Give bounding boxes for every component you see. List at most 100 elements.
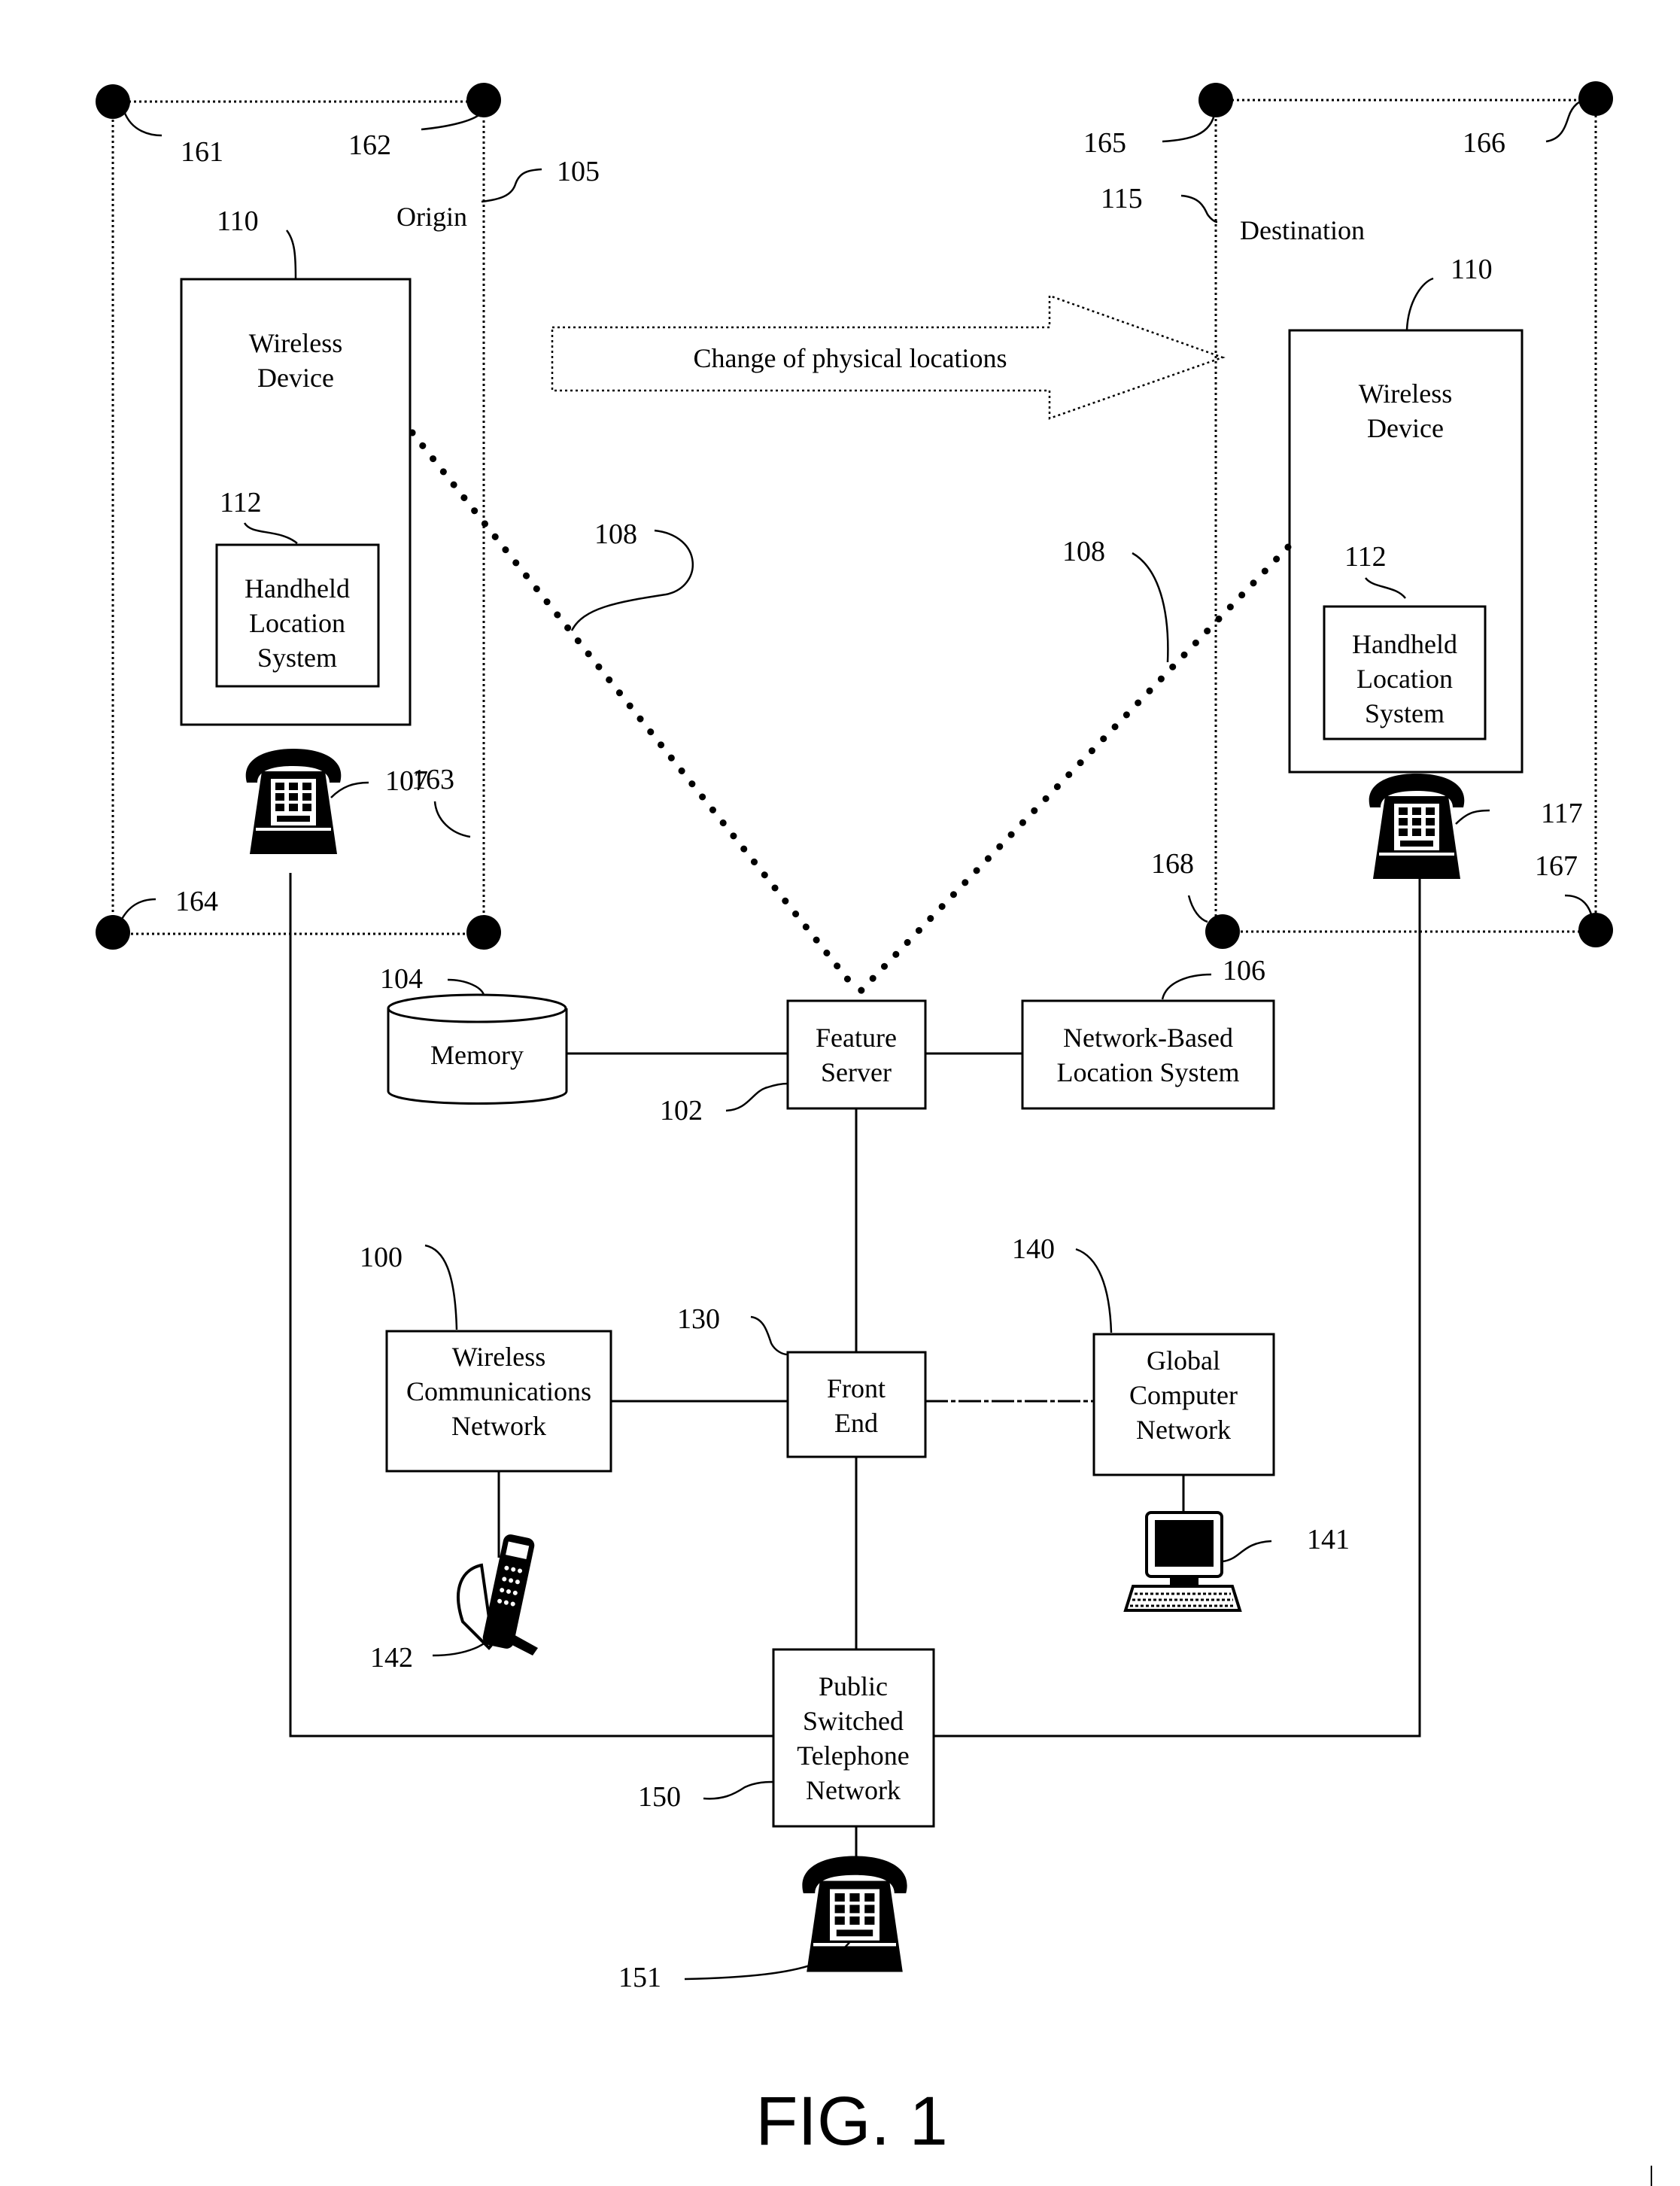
label-142: 142 — [370, 1642, 413, 1674]
leader-140 — [1075, 1248, 1113, 1333]
hls-origin-line-3: System — [257, 643, 337, 673]
leader-108-right — [1132, 552, 1169, 663]
feature-server-box — [786, 999, 927, 1110]
label-117: 117 — [1541, 798, 1583, 829]
leader-115 — [1180, 194, 1218, 223]
front-end-node: Front End 130 — [677, 1303, 927, 1458]
label-161: 161 — [181, 136, 223, 168]
label-151: 151 — [618, 1962, 661, 1993]
label-150: 150 — [638, 1781, 681, 1813]
leader-102 — [725, 1082, 788, 1112]
nbls-line-1: Network-Based — [1063, 1023, 1233, 1053]
feature-server-line-2: Server — [821, 1057, 892, 1087]
label-112-right: 112 — [1344, 541, 1387, 573]
wcn-line-3: Network — [451, 1411, 546, 1441]
leader-105 — [481, 168, 542, 203]
leader-100 — [424, 1244, 458, 1330]
nbls-line-2: Location System — [1057, 1057, 1240, 1087]
wireless-network-node: Wireless Communications Network 100 — [360, 1242, 612, 1473]
telephone-icon-117 — [1367, 772, 1466, 880]
telephone-icon-151 — [802, 1856, 907, 1972]
leader-163 — [433, 801, 471, 838]
label-100: 100 — [360, 1242, 403, 1273]
label-130: 130 — [677, 1303, 720, 1335]
corner-163-marker — [466, 915, 501, 950]
feature-server-line-1: Feature — [816, 1023, 897, 1053]
leader-162 — [421, 112, 482, 131]
leader-104 — [447, 978, 485, 996]
telephone-icon-107 — [244, 747, 343, 856]
label-108-left: 108 — [594, 518, 637, 550]
front-end-box — [786, 1351, 927, 1458]
leader-150 — [703, 1780, 774, 1800]
corner-167-marker — [1578, 913, 1613, 947]
corner-166-marker — [1578, 81, 1613, 116]
pstn-line-2: Switched — [803, 1706, 904, 1736]
corner-164-marker — [96, 915, 130, 950]
destination-label: Destination — [1240, 215, 1365, 245]
figure-caption: FIG. 1 — [755, 2083, 948, 2160]
leader-117 — [1455, 809, 1490, 825]
label-141: 141 — [1307, 1524, 1350, 1555]
label-165: 165 — [1083, 127, 1126, 159]
leader-167 — [1564, 894, 1593, 915]
destination-region: 165 166 167 168 115 Destination 110 Wire… — [1083, 81, 1613, 949]
label-166: 166 — [1463, 127, 1505, 159]
label-115: 115 — [1101, 183, 1143, 214]
memory-node: Memory 104 — [380, 963, 568, 1105]
hls-destination-line-3: System — [1365, 698, 1445, 728]
label-102: 102 — [660, 1095, 703, 1126]
leader-141 — [1222, 1540, 1272, 1563]
pstn-line-1: Public — [819, 1671, 888, 1701]
leader-110-right — [1405, 277, 1434, 330]
label-104: 104 — [380, 963, 423, 995]
origin-label: Origin — [396, 202, 467, 232]
leader-164 — [119, 898, 156, 923]
wireless-links: 108 108 — [409, 429, 1292, 996]
label-105: 105 — [557, 156, 600, 187]
label-162: 162 — [348, 129, 391, 161]
wcn-line-2: Communications — [406, 1376, 591, 1406]
wireless-link-origin — [409, 429, 861, 996]
network-based-location-node: Network-Based Location System 106 — [1021, 955, 1275, 1110]
label-108-right: 108 — [1062, 536, 1105, 567]
label-106: 106 — [1223, 955, 1265, 987]
wireless-device-destination-line-1: Wireless — [1359, 379, 1453, 409]
pstn-node: Public Switched Telephone Network 150 — [638, 1648, 935, 1828]
hls-destination-line-1: Handheld — [1352, 629, 1457, 659]
label-168: 168 — [1151, 848, 1194, 880]
leader-110-left — [285, 230, 297, 280]
global-network-node: Global Computer Network 140 — [1012, 1233, 1275, 1476]
front-end-line-1: Front — [827, 1373, 886, 1403]
leader-107 — [330, 781, 369, 798]
leader-130 — [750, 1315, 788, 1356]
label-112-left: 112 — [220, 487, 262, 518]
wcn-line-1: Wireless — [452, 1342, 546, 1372]
hls-origin-line-1: Handheld — [245, 573, 350, 604]
wireless-device-origin-line-1: Wireless — [249, 328, 343, 358]
gcn-line-1: Global — [1147, 1345, 1220, 1376]
wireless-device-origin-line-2: Device — [257, 363, 334, 393]
corner-168-marker — [1205, 914, 1240, 949]
leader-106 — [1161, 973, 1212, 1000]
leader-165 — [1162, 111, 1217, 143]
network-based-location-box — [1021, 999, 1275, 1110]
memory-cylinder-top — [387, 993, 567, 1023]
pstn-line-4: Network — [806, 1775, 901, 1805]
label-164: 164 — [175, 886, 218, 917]
hls-origin-line-2: Location — [249, 608, 345, 638]
gcn-line-2: Computer — [1129, 1380, 1238, 1410]
leader-168 — [1187, 895, 1208, 923]
label-110-left: 110 — [217, 205, 259, 237]
leader-161 — [123, 111, 163, 137]
system-diagram: 161 162 163 164 105 Origin 110 Wireless … — [96, 81, 1652, 2186]
hls-destination-line-2: Location — [1356, 664, 1453, 694]
label-110-right: 110 — [1451, 254, 1493, 285]
memory-label: Memory — [430, 1040, 524, 1070]
gcn-line-3: Network — [1136, 1415, 1231, 1445]
wireless-device-destination-line-2: Device — [1367, 413, 1444, 443]
arrow-label: Change of physical locations — [694, 343, 1007, 373]
label-107: 107 — [385, 765, 428, 797]
label-140: 140 — [1012, 1233, 1055, 1265]
feature-server-node: Feature Server 102 — [660, 999, 927, 1126]
